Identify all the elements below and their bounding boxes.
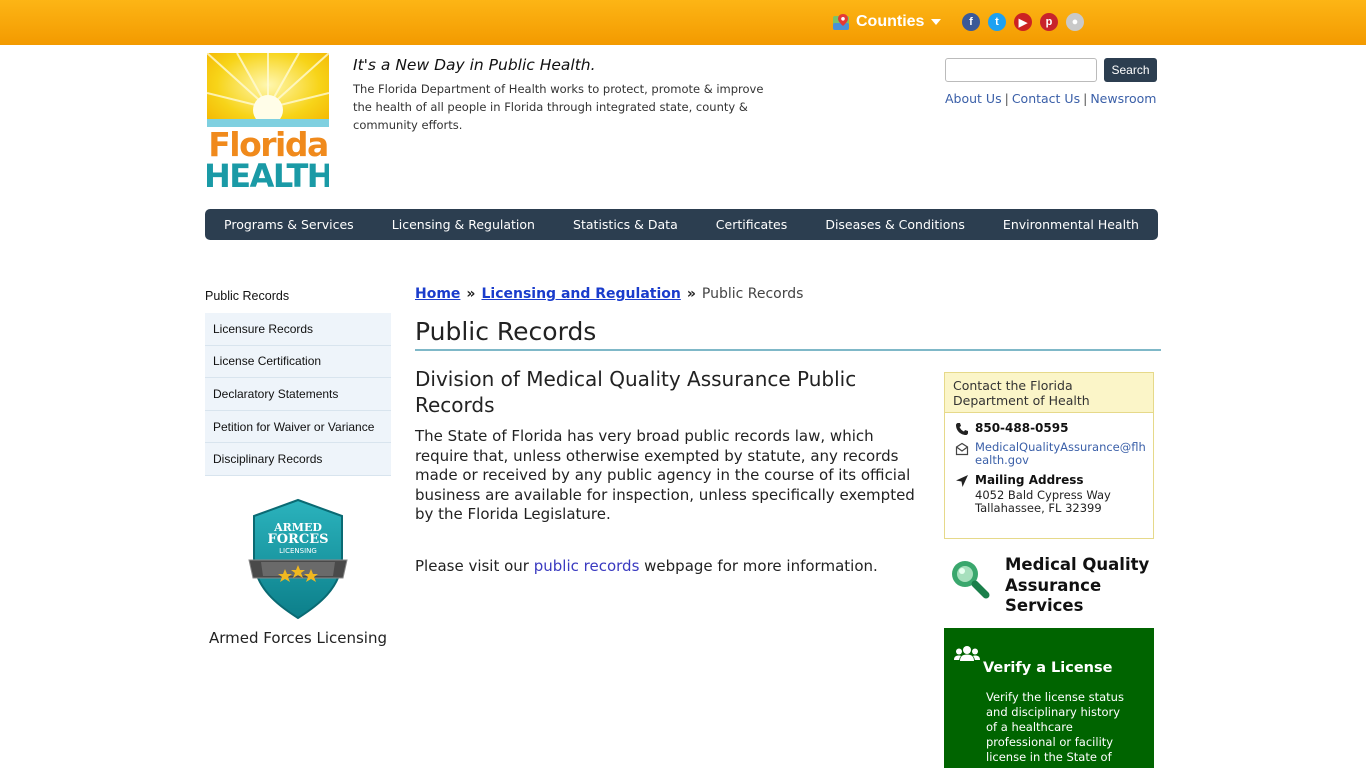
nav-diseases-conditions[interactable]: Diseases & Conditions (825, 217, 965, 232)
armed-forces-licensing-badge[interactable]: ARMED FORCES LICENSING (247, 498, 349, 620)
map-pin-icon (833, 14, 849, 30)
nav-certificates[interactable]: Certificates (716, 217, 787, 232)
armed-forces-caption[interactable]: Armed Forces Licensing (205, 629, 391, 647)
phone-icon (956, 423, 968, 435)
verify-license-panel[interactable]: Verify a License Verify the license stat… (944, 628, 1154, 768)
contact-email-row: MedicalQualityAssurance@flhealth.gov (955, 441, 1151, 466)
badge-text-forces: FORCES (267, 532, 328, 547)
contact-phone[interactable]: 850-488-0595 (975, 421, 1068, 436)
about-us-link[interactable]: About Us (945, 91, 1002, 106)
breadcrumb-separator: » (466, 286, 476, 302)
counties-label: Counties (856, 13, 925, 30)
twitter-icon[interactable]: t (988, 13, 1006, 31)
nav-licensing-regulation[interactable]: Licensing & Regulation (392, 217, 535, 232)
magnifier-icon (952, 561, 990, 599)
contact-phone-row: 850-488-0595 (955, 421, 1068, 436)
sidebar-item-license-certification[interactable]: License Certification (205, 345, 391, 379)
youtube-icon[interactable]: ▶ (1014, 13, 1032, 31)
badge-text-licensing: LICENSING (279, 547, 317, 555)
nav-statistics-data[interactable]: Statistics & Data (573, 217, 678, 232)
sidebar-item-licensure-records[interactable]: Licensure Records (205, 313, 391, 346)
page-title: Public Records (415, 317, 597, 346)
breadcrumb-home[interactable]: Home (415, 286, 460, 302)
counties-dropdown[interactable]: Counties (832, 11, 942, 33)
breadcrumb-current: Public Records (701, 286, 804, 302)
location-arrow-icon (956, 475, 968, 487)
separator: | (1004, 91, 1009, 106)
pinterest-icon[interactable]: p (1040, 13, 1058, 31)
breadcrumb: Home » Licensing and Regulation » Public… (415, 286, 803, 302)
sidebar-item-disciplinary-records[interactable]: Disciplinary Records (205, 443, 391, 476)
search-input[interactable] (945, 58, 1097, 82)
utility-links: About Us | Contact Us | Newsroom (945, 91, 1156, 106)
contact-heading: Contact the Florida Department of Health (945, 373, 1153, 413)
address-line-1: 4052 Bald Cypress Way (975, 488, 1111, 502)
florida-health-logo[interactable]: Florida HEALTH (207, 53, 329, 189)
sidebar-item-petition-waiver[interactable]: Petition for Waiver or Variance (205, 410, 391, 444)
contact-address-row: Mailing Address 4052 Bald Cypress Way Ta… (955, 473, 1111, 514)
sidebar-menu: Licensure Records License Certification … (205, 313, 391, 476)
visit-prefix: Please visit our (415, 557, 534, 575)
top-bar: Counties f t ▶ p ● (0, 0, 1366, 45)
visit-paragraph: Please visit our public records webpage … (415, 557, 920, 575)
visit-suffix: webpage for more information. (639, 557, 878, 575)
verify-license-text: Verify the license status and disciplina… (986, 690, 1124, 764)
tagline: It's a New Day in Public Health. (353, 56, 596, 74)
contact-email-link[interactable]: MedicalQualityAssurance@flhealth.gov (975, 441, 1151, 466)
logo-text-health: HEALTH (207, 157, 329, 189)
users-icon (954, 646, 980, 661)
contact-address: Mailing Address 4052 Bald Cypress Way Ta… (975, 473, 1111, 514)
mqa-services-heading[interactable]: Medical Quality Assurance Services (948, 555, 1158, 619)
sidebar-item-declaratory-statements[interactable]: Declaratory Statements (205, 378, 391, 411)
nav-environmental-health[interactable]: Environmental Health (1003, 217, 1139, 232)
public-records-link[interactable]: public records (534, 557, 640, 575)
flickr-icon[interactable]: ● (1066, 13, 1084, 31)
separator: | (1083, 91, 1088, 106)
newsroom-link[interactable]: Newsroom (1090, 91, 1156, 106)
mission-statement: The Florida Department of Health works t… (353, 82, 764, 132)
mqa-title: Medical Quality Assurance Services (1005, 555, 1150, 615)
contact-box: Contact the Florida Department of Health… (944, 372, 1154, 539)
facebook-icon[interactable]: f (962, 13, 980, 31)
address-line-2: Tallahassee, FL 32399 (975, 500, 1102, 515)
breadcrumb-licensing[interactable]: Licensing and Regulation (481, 286, 680, 302)
chevron-down-icon (931, 19, 942, 25)
body-paragraph: The State of Florida has very broad publ… (415, 427, 915, 523)
main-nav: Programs & Services Licensing & Regulati… (205, 209, 1158, 240)
sidebar-title: Public Records (205, 289, 290, 303)
section-title: Division of Medical Quality Assurance Pu… (415, 367, 857, 417)
nav-programs-services[interactable]: Programs & Services (224, 217, 354, 232)
search-button[interactable]: Search (1104, 58, 1157, 82)
envelope-icon (955, 442, 969, 456)
verify-license-title: Verify a License (983, 660, 1113, 676)
contact-us-link[interactable]: Contact Us (1012, 91, 1080, 106)
breadcrumb-separator: » (686, 286, 696, 302)
mailing-address-label: Mailing Address (975, 473, 1084, 487)
title-divider (415, 349, 1161, 351)
